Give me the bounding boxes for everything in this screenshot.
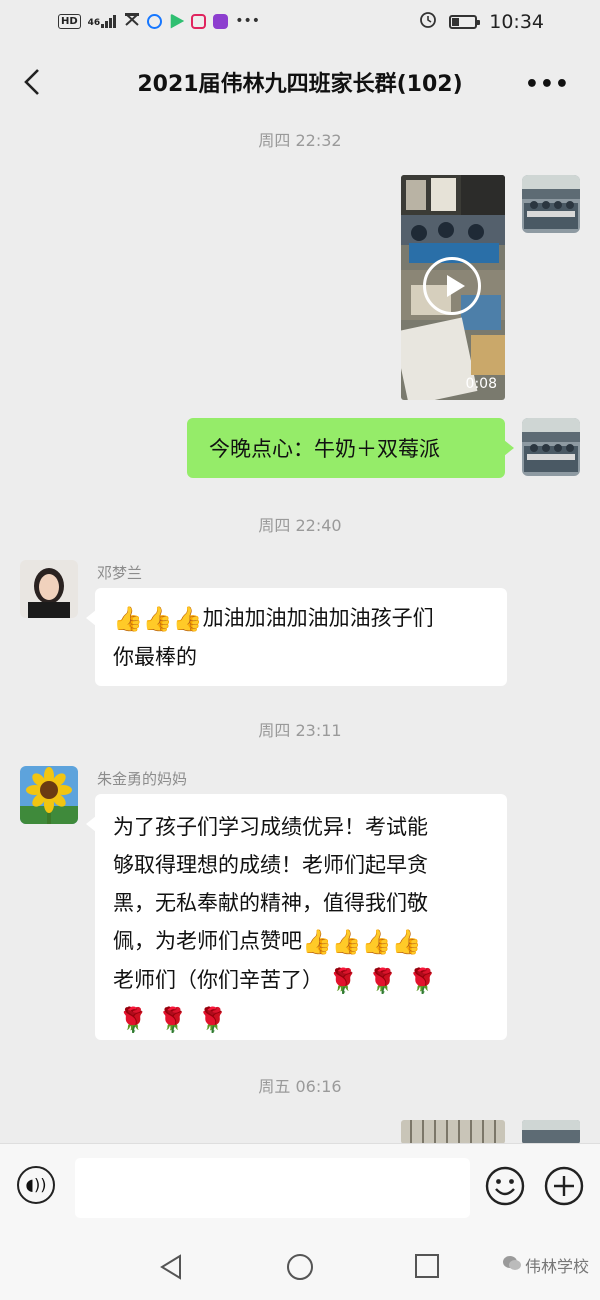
message-text: 佩，为老师们点赞吧: [113, 929, 302, 953]
message-input[interactable]: [75, 1158, 470, 1218]
sender-name: 邓梦兰: [97, 564, 143, 582]
video-message[interactable]: 0:08: [401, 175, 505, 400]
overflow-dots-icon: •••: [235, 13, 260, 29]
hd-indicator: HD: [58, 13, 81, 29]
image-message[interactable]: [401, 1120, 505, 1144]
self-message-bubble[interactable]: 今晚点心：牛奶＋双莓派: [187, 418, 514, 478]
voice-button[interactable]: ◖)): [17, 1166, 55, 1204]
more-dots-icon: •••: [524, 72, 570, 97]
timestamp: 周四 22:40: [258, 516, 342, 535]
notification-icon: [124, 12, 140, 30]
timestamp: 周四 22:32: [258, 131, 342, 150]
timestamp: 周五 06:16: [258, 1077, 342, 1096]
video-duration: 0:08: [465, 376, 497, 392]
signal-icon: 46: [88, 14, 118, 28]
message-bubble[interactable]: 为了孩子们学习成绩优异！考试能 够取得理想的成绩！老师们起早贪 黑，无私奉献的精…: [86, 794, 507, 1040]
rose-icon: 🌹: [407, 967, 438, 995]
smiley-icon: [485, 1166, 525, 1206]
clock-time: 10:34: [489, 10, 544, 33]
voice-icon: ◖)): [25, 1175, 47, 1194]
play-icon[interactable]: [423, 257, 481, 315]
group-title: 2021届伟林九四班家长群(102): [137, 72, 463, 97]
watermark: 伟林学校: [503, 1253, 589, 1277]
wechat-logo-icon: [503, 1255, 521, 1275]
self-avatar[interactable]: [522, 1120, 580, 1144]
rose-icon: 🌹: [157, 1006, 188, 1034]
timestamp: 周四 23:11: [258, 721, 342, 740]
battery-icon: [449, 14, 481, 29]
app-icon-red: [191, 13, 207, 29]
watermark-text: 伟林学校: [525, 1257, 590, 1276]
app-icon-blue: [147, 13, 163, 29]
nav-home-button[interactable]: [286, 1253, 314, 1285]
system-navigation-bar: 伟林学校: [0, 1233, 600, 1300]
message-text: 够取得理想的成绩！老师们起早贪: [113, 853, 428, 877]
thumbs-up-icon: 👍: [172, 605, 203, 633]
thumbs-up-icon: 👍: [302, 928, 332, 956]
input-bar: ◖)): [0, 1143, 600, 1234]
app-icon-play: [170, 13, 185, 29]
message-text: 老师们（你们辛苦了）: [113, 968, 323, 992]
nav-recents-button[interactable]: [414, 1253, 440, 1283]
sender-name: 朱金勇的妈妈: [97, 770, 188, 788]
thumbs-up-icon: 👍: [331, 928, 362, 956]
more-functions-button[interactable]: [544, 1166, 584, 1206]
rose-icon: 🌹: [118, 1006, 148, 1034]
app-icon-purple: [213, 13, 229, 29]
rose-icon: 🌹: [367, 967, 398, 995]
thumbs-up-icon: 👍: [391, 928, 422, 956]
more-button[interactable]: •••: [525, 72, 570, 97]
circle-home-icon: [287, 1254, 313, 1280]
rose-icon: 🌹: [197, 1006, 228, 1034]
rose-icon: 🌹: [328, 967, 358, 995]
thumbs-up-icon: 👍: [142, 605, 173, 633]
chat-header: 2021届伟林九四班家长群(102) •••: [0, 44, 600, 120]
alarm-icon: [419, 10, 437, 33]
emoji-button[interactable]: [485, 1166, 525, 1206]
message-bubble[interactable]: 👍👍👍加油加油加油加油孩子们 你最棒的: [86, 588, 507, 686]
square-recents-icon: [415, 1254, 439, 1278]
self-avatar[interactable]: [522, 175, 580, 233]
status-bar: HD 46 ••• 10:34: [0, 0, 600, 44]
thumbs-up-icon: 👍: [361, 928, 392, 956]
message-text: 你最棒的: [113, 645, 197, 669]
self-avatar[interactable]: [522, 418, 580, 476]
message-text: 为了孩子们学习成绩优异！考试能: [113, 815, 428, 839]
avatar[interactable]: [20, 766, 78, 824]
avatar[interactable]: [20, 560, 78, 618]
nav-back-button[interactable]: [158, 1253, 184, 1285]
message-text: 黑，无私奉献的精神，值得我们敬: [113, 891, 428, 915]
message-text: 今晚点心：牛奶＋双莓派: [209, 437, 440, 461]
thumbs-up-icon: 👍: [113, 605, 143, 633]
triangle-back-icon: [160, 1254, 181, 1280]
plus-circle-icon: [544, 1166, 584, 1206]
message-text: 加油加油加油加油孩子们: [202, 606, 434, 630]
